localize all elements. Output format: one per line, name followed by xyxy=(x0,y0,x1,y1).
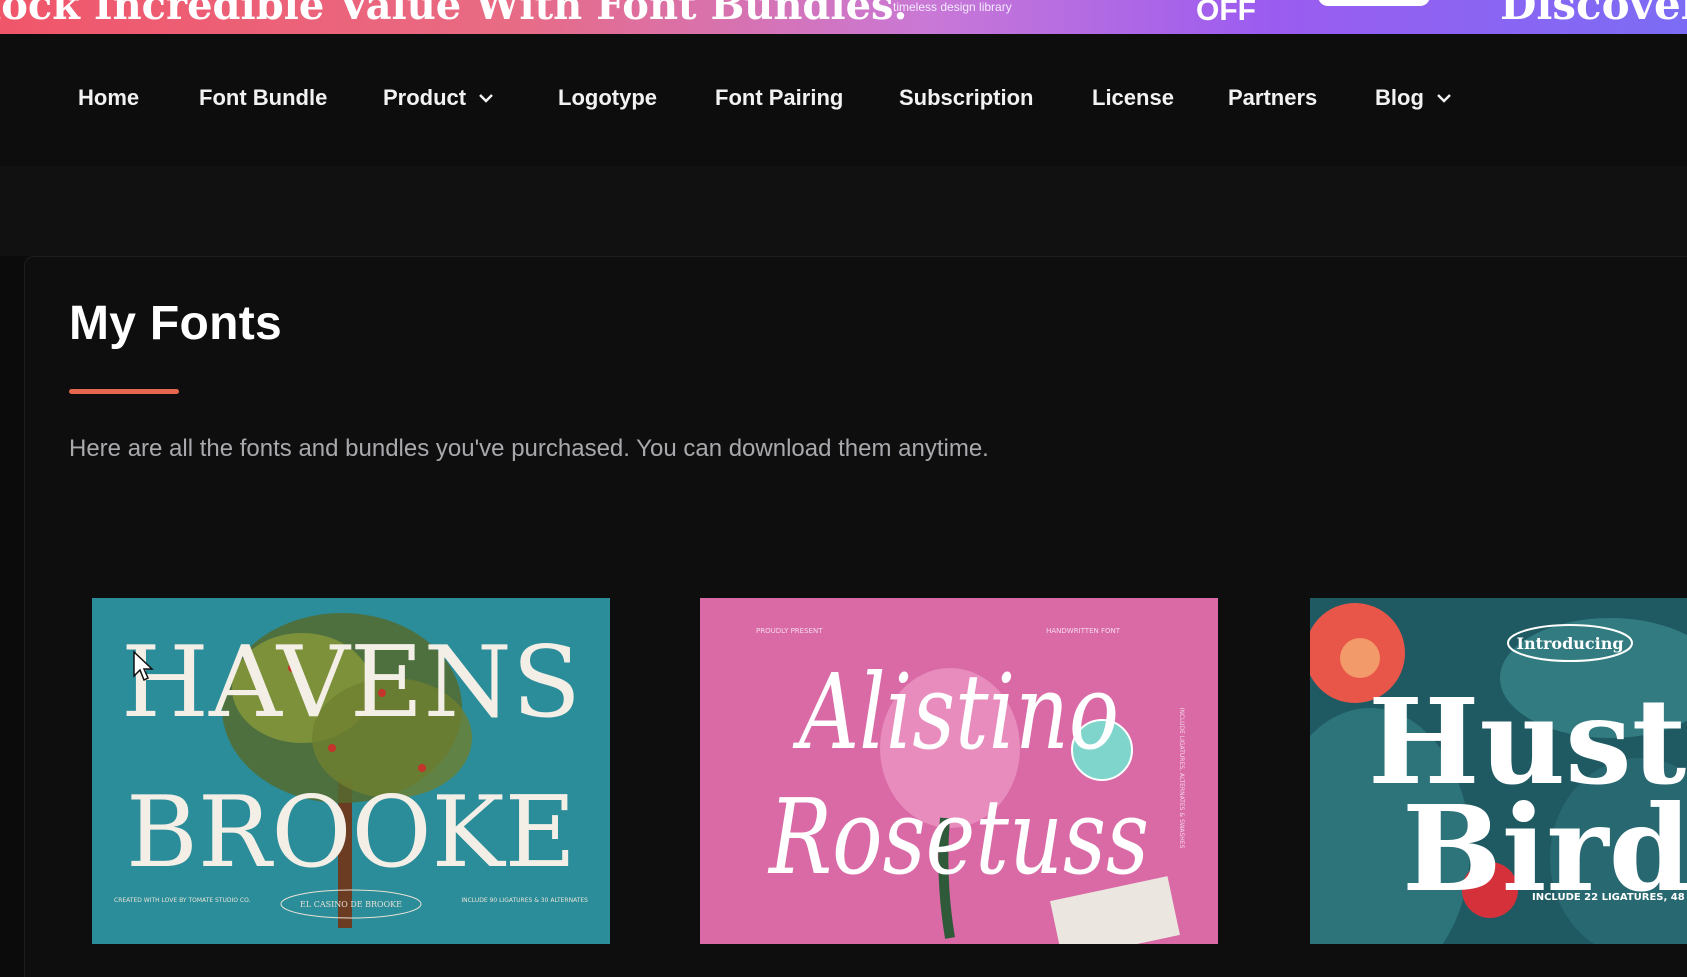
font-card-image: Introducing Hust Bird INCLUDE 22 LIGATUR… xyxy=(1310,598,1687,944)
nav-item-font-bundle[interactable]: Font Bundle xyxy=(199,85,327,111)
font-name-line2: Rosetuss xyxy=(767,776,1149,898)
mouse-cursor-icon xyxy=(133,650,154,682)
card-top-right: HANDWRITTEN FONT xyxy=(1046,627,1121,635)
promo-banner[interactable]: lock Incredible Value With Font Bundles.… xyxy=(0,0,1687,34)
font-name-line2: BROOKE xyxy=(126,776,576,890)
promo-tagline: timeless design library xyxy=(893,0,1012,14)
promo-offer: OFF xyxy=(1196,0,1256,27)
card-footer: INCLUDE 22 LIGATURES, 48 xyxy=(1532,892,1685,903)
title-underline xyxy=(69,389,179,394)
card-side-text: INCLUDE LIGATURES, ALTERNATES & SWASHES xyxy=(1178,708,1185,849)
nav-item-logotype[interactable]: Logotype xyxy=(558,85,657,111)
font-name-line1: HAVENS xyxy=(121,626,581,740)
font-card-image: PROUDLY PRESENT HANDWRITTEN FONT INCLUDE… xyxy=(700,598,1218,944)
page-header-band xyxy=(0,166,1687,256)
card-footer-center: EL CASINO DE BROOKE xyxy=(300,900,402,909)
card-footer-left: CREATED WITH LOVE BY TOMATE STUDIO CO. xyxy=(114,897,251,904)
chevron-down-icon xyxy=(479,94,493,103)
promo-cta-button[interactable] xyxy=(1318,0,1430,6)
promo-discover-link[interactable]: Discover xyxy=(1500,0,1687,29)
chevron-down-icon xyxy=(1437,94,1451,103)
nav-item-label: Product xyxy=(383,85,467,110)
card-footer-right: INCLUDE 90 LIGATURES & 30 ALTERNATES xyxy=(461,897,588,904)
font-name-line1: Alistino xyxy=(793,651,1119,773)
main-navigation: Home Font Bundle Product Logotype Font P… xyxy=(0,34,1687,166)
nav-item-subscription[interactable]: Subscription xyxy=(899,85,1033,111)
page-title: My Fonts xyxy=(69,297,283,350)
berry xyxy=(328,744,336,752)
nav-item-label: License xyxy=(1092,85,1174,110)
font-card-alistino-rosetuss[interactable]: PROUDLY PRESENT HANDWRITTEN FONT INCLUDE… xyxy=(700,598,1218,944)
nav-item-partners[interactable]: Partners xyxy=(1228,85,1317,111)
font-card-image: HAVENS BROOKE CREATED WITH LOVE BY TOMAT… xyxy=(92,598,610,944)
nav-item-label: Subscription xyxy=(899,85,1034,110)
nav-item-label: Partners xyxy=(1228,85,1318,110)
nav-item-label: Logotype xyxy=(558,85,657,110)
promo-headline: lock Incredible Value With Font Bundles. xyxy=(0,0,908,29)
card-intro: Introducing xyxy=(1516,634,1623,653)
nav-item-label: Font Pairing xyxy=(715,85,844,110)
font-card-hust-bird[interactable]: Introducing Hust Bird INCLUDE 22 LIGATUR… xyxy=(1310,598,1687,944)
nav-item-font-pairing[interactable]: Font Pairing xyxy=(715,85,843,111)
nav-item-home[interactable]: Home xyxy=(78,85,139,111)
font-card-havens-brooke[interactable]: HAVENS BROOKE CREATED WITH LOVE BY TOMAT… xyxy=(92,598,610,944)
nav-item-label: Home xyxy=(78,85,140,110)
nav-item-label: Blog xyxy=(1375,85,1424,110)
card-top-left: PROUDLY PRESENT xyxy=(756,627,823,635)
nav-item-blog[interactable]: Blog xyxy=(1375,85,1452,111)
berry xyxy=(418,764,426,772)
nav-item-license[interactable]: License xyxy=(1092,85,1174,111)
nav-item-product[interactable]: Product xyxy=(383,85,494,111)
page-description: Here are all the fonts and bundles you'v… xyxy=(69,435,989,462)
nav-item-label: Font Bundle xyxy=(199,85,328,110)
